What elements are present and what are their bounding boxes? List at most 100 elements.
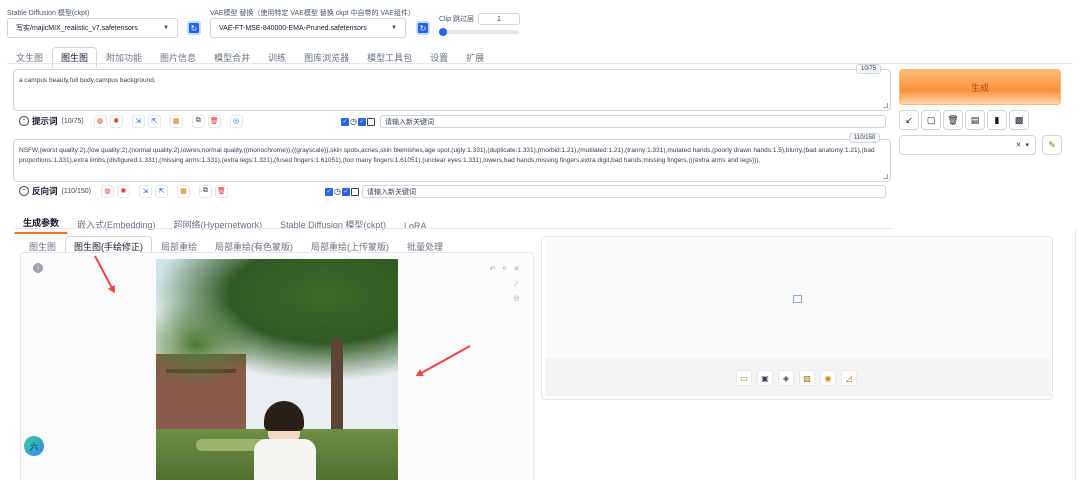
globe-icon[interactable]: ◍ xyxy=(100,184,114,198)
tab-generation-params[interactable]: 生成参数 xyxy=(14,212,69,234)
import-icon[interactable]: ⇲ xyxy=(138,184,152,198)
copy-icon[interactable]: ⧉ xyxy=(198,184,212,198)
square-icon[interactable]: ▢ xyxy=(921,110,941,130)
checkbox-icon[interactable] xyxy=(366,117,375,126)
history-icon[interactable]: ◷ xyxy=(350,117,357,126)
expand-icon[interactable]: « xyxy=(500,264,509,273)
sd-model-label: Stable Diffusion 模型(ckpt) xyxy=(7,10,90,17)
undo-icon[interactable]: ↶ xyxy=(488,264,497,273)
grid-icon[interactable]: ▦ xyxy=(176,184,190,198)
trash-icon[interactable]: 🗑 xyxy=(943,110,963,130)
prompt-toolbar: ⌃ 提示词 (10/75) ◍ ✺ ⇲ ⇱ ▦ ⧉ 🗑 ◎ xyxy=(19,114,246,128)
tab-sd-checkpoint[interactable]: Stable Diffusion 模型(ckpt) xyxy=(271,214,395,234)
collapse-icon[interactable]: ⌃ xyxy=(19,186,29,196)
tab-hypernetwork[interactable]: 超网络(Hypernetwork) xyxy=(165,214,272,234)
clipboard-icon[interactable]: ▤ xyxy=(965,110,985,130)
collapse-icon[interactable]: ⌃ xyxy=(19,116,29,126)
copy-icon[interactable]: ⧉ xyxy=(191,114,205,128)
clip-skip-label: Clip 跳过层 xyxy=(439,16,475,23)
brush-icon[interactable]: ⁄ xyxy=(512,280,521,289)
prompt-keyword-input[interactable]: 请输入新关键词 xyxy=(380,115,886,128)
chevron-down-icon: ▼ xyxy=(391,25,397,31)
negative-label: 反向词 xyxy=(32,186,58,196)
resize-handle[interactable] xyxy=(883,103,888,108)
send-to-extras-icon[interactable]: ◿ xyxy=(841,370,857,386)
chevron-down-icon: ▼ xyxy=(163,25,169,31)
negative-token-counter: 110/150 xyxy=(849,133,881,143)
tab-embedding[interactable]: 嵌入式(Embedding) xyxy=(68,214,165,234)
prompt-token-counter: 10/75 xyxy=(856,64,882,74)
color-icon[interactable]: ◎ xyxy=(512,293,521,302)
world-icon[interactable]: ◎ xyxy=(229,114,243,128)
slider-handle[interactable] xyxy=(439,28,447,36)
clip-skip-input[interactable]: 1 xyxy=(478,13,520,25)
grid-icon[interactable]: ▦ xyxy=(169,114,183,128)
prompt-input[interactable]: a campus beauty,full body,campus backgro… xyxy=(13,69,891,111)
info-icon[interactable]: i xyxy=(33,263,43,273)
tab-divider xyxy=(7,63,1073,64)
negative-options: ✓ ◷ ✓ xyxy=(325,185,359,198)
checkbox-icon[interactable] xyxy=(350,187,359,196)
history-icon[interactable]: ◷ xyxy=(334,187,341,196)
tab-checkpoint-merger[interactable]: 模型合并 xyxy=(205,47,259,67)
import-icon[interactable]: ⇲ xyxy=(131,114,145,128)
generate-button[interactable]: 生成 xyxy=(899,69,1061,105)
export-icon[interactable]: ⇱ xyxy=(154,184,168,198)
tab-txt2img[interactable]: 文生图 xyxy=(7,47,52,67)
sd-model-select[interactable]: 写实/majicMIX_realistic_v7.safetensors ▼ xyxy=(7,18,178,38)
edit-icon[interactable]: ✎ xyxy=(1042,135,1062,155)
style-select[interactable]: ✕ ▾ xyxy=(899,135,1036,155)
param-divider xyxy=(14,228,892,229)
tab-settings[interactable]: 设置 xyxy=(421,47,457,67)
image-placeholder-icon xyxy=(793,295,802,303)
vae-label: VAE模型 替换（使用特定 VAE模型 替换 ckpt 中自带的 VAE组件） xyxy=(210,10,415,17)
vae-value: VAE-FT-MSE-840000-EMA-Pruned.safetensors xyxy=(219,24,367,32)
send-to-img2img-icon[interactable]: ▨ xyxy=(799,370,815,386)
trash-icon[interactable]: 🗑 xyxy=(214,184,228,198)
tab-extensions[interactable]: 扩展 xyxy=(457,47,493,67)
prompt-label: 提示词 xyxy=(32,116,58,126)
zip-icon[interactable]: ◈ xyxy=(778,370,794,386)
checkbox-icon[interactable]: ✓ xyxy=(357,117,366,126)
negative-keyword-input[interactable]: 请输入新关键词 xyxy=(362,185,886,198)
globe-icon[interactable]: ◍ xyxy=(93,114,107,128)
resize-handle[interactable] xyxy=(883,174,888,179)
save-icon[interactable]: ▣ xyxy=(757,370,773,386)
checkbox-icon[interactable]: ✓ xyxy=(341,187,350,196)
tab-extras[interactable]: 附加功能 xyxy=(97,47,151,67)
output-toolbar: ▭ ▣ ◈ ▨ ◉ ◿ xyxy=(736,370,857,386)
pencil-icon[interactable]: ▮ xyxy=(987,110,1007,130)
palette-icon[interactable]: ▩ xyxy=(1009,110,1029,130)
floating-assistant-badge[interactable]: 六 xyxy=(24,436,44,456)
clip-skip-slider[interactable] xyxy=(439,30,519,34)
tab-image-browser[interactable]: 图库浏览器 xyxy=(295,47,358,67)
close-icon[interactable]: ✕ xyxy=(512,264,521,273)
negative-prompt-input[interactable]: NSFW,(worst quality:2),(low quality:2),(… xyxy=(13,139,891,182)
checkbox-icon[interactable]: ✓ xyxy=(325,187,333,196)
refresh-icon[interactable]: ↻ xyxy=(187,21,201,35)
uploaded-photo[interactable] xyxy=(156,259,398,480)
trash-icon[interactable]: 🗑 xyxy=(207,114,221,128)
tab-lora[interactable]: LoRA xyxy=(395,217,436,234)
clear-icon[interactable]: ✕ xyxy=(1016,141,1022,149)
prompt-options: ✓ ◷ ✓ xyxy=(341,115,375,128)
prompt-count: (10/75) xyxy=(61,117,84,125)
export-icon[interactable]: ⇱ xyxy=(147,114,161,128)
scroll-edge xyxy=(1075,230,1076,480)
vae-select[interactable]: VAE-FT-MSE-840000-EMA-Pruned.safetensors… xyxy=(210,18,406,38)
settings-icon[interactable]: ✺ xyxy=(116,184,130,198)
checkbox-icon[interactable]: ✓ xyxy=(341,117,349,126)
negative-count: (110/150) xyxy=(61,187,91,195)
tab-model-toolkit[interactable]: 模型工具包 xyxy=(358,47,421,67)
tab-train[interactable]: 训练 xyxy=(259,47,295,67)
chevron-down-icon: ▾ xyxy=(1025,142,1029,149)
refresh-icon[interactable]: ↻ xyxy=(416,21,430,35)
tab-png-info[interactable]: 图片信息 xyxy=(151,47,205,67)
tab-img2img[interactable]: 图生图 xyxy=(52,47,98,67)
send-to-inpaint-icon[interactable]: ◉ xyxy=(820,370,836,386)
settings-icon[interactable]: ✺ xyxy=(109,114,123,128)
negative-toolbar: ⌃ 反向词 (110/150) ◍ ✺ ⇲ ⇱ ▦ ⧉ 🗑 xyxy=(19,184,231,198)
param-tabs: 生成参数 嵌入式(Embedding) 超网络(Hypernetwork) St… xyxy=(14,212,435,234)
arrow-icon[interactable]: ↙ xyxy=(899,110,919,130)
folder-icon[interactable]: ▭ xyxy=(736,370,752,386)
